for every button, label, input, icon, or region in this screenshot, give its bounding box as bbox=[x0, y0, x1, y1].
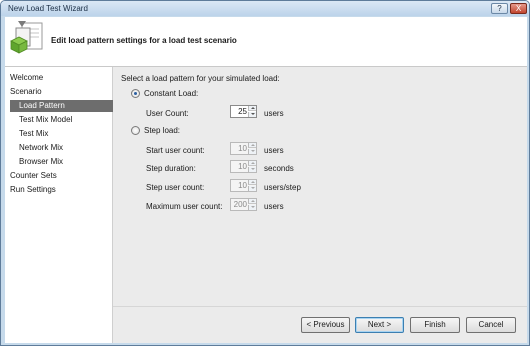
step-duration-label: Step duration: bbox=[146, 164, 196, 173]
step-user-count-stepper[interactable]: 10 bbox=[230, 179, 257, 192]
nav-item-test-mix-model[interactable]: Test Mix Model bbox=[19, 114, 72, 126]
start-user-count-label: Start user count: bbox=[146, 146, 205, 155]
maximum-user-count-unit: users bbox=[264, 202, 284, 211]
nav-item-run-settings[interactable]: Run Settings bbox=[10, 184, 56, 196]
load-test-wizard-icon bbox=[10, 21, 43, 54]
step-duration-down-arrow-icon[interactable] bbox=[248, 167, 256, 172]
user-count-label: User Count: bbox=[146, 109, 189, 118]
title-bar: New Load Test Wizard ? X bbox=[1, 1, 529, 16]
maximum-user-count-down-arrow-icon[interactable] bbox=[248, 205, 256, 210]
page-title: Edit load pattern settings for a load te… bbox=[51, 36, 237, 45]
start-user-count-unit: users bbox=[264, 146, 284, 155]
step-duration-value: 10 bbox=[238, 162, 247, 171]
maximum-user-count-value: 200 bbox=[233, 200, 247, 209]
nav-item-counter-sets[interactable]: Counter Sets bbox=[10, 170, 57, 182]
maximum-user-count-up-arrow-icon[interactable] bbox=[248, 199, 256, 204]
start-user-count-up-arrow-icon[interactable] bbox=[248, 143, 256, 148]
user-count-up-arrow-icon[interactable] bbox=[248, 106, 256, 111]
start-user-count-stepper[interactable]: 10 bbox=[230, 142, 257, 155]
constant-load-label: Constant Load: bbox=[144, 89, 199, 98]
step-user-count-down-arrow-icon[interactable] bbox=[248, 186, 256, 191]
user-count-down-arrow-icon[interactable] bbox=[248, 112, 256, 117]
step-user-count-value: 10 bbox=[238, 181, 247, 190]
user-count-unit: users bbox=[264, 109, 284, 118]
maximum-user-count-stepper[interactable]: 200 bbox=[230, 198, 257, 211]
start-user-count-value: 10 bbox=[238, 144, 247, 153]
load-pattern-panel: Select a load pattern for your simulated… bbox=[113, 67, 527, 306]
cancel-button[interactable]: Cancel bbox=[466, 317, 516, 333]
nav-item-load-pattern[interactable]: Load Pattern bbox=[10, 100, 113, 112]
step-duration-stepper[interactable]: 10 bbox=[230, 160, 257, 173]
wizard-header: Edit load pattern settings for a load te… bbox=[5, 17, 527, 67]
step-user-count-up-arrow-icon[interactable] bbox=[248, 180, 256, 185]
start-user-count-down-arrow-icon[interactable] bbox=[248, 149, 256, 154]
load-pattern-prompt: Select a load pattern for your simulated… bbox=[121, 74, 280, 83]
wizard-window: New Load Test Wizard ? X Edit load patte… bbox=[0, 0, 530, 346]
finish-button[interactable]: Finish bbox=[410, 317, 460, 333]
user-count-stepper[interactable]: 25 bbox=[230, 105, 257, 118]
step-load-radio[interactable] bbox=[131, 126, 140, 135]
nav-item-welcome[interactable]: Welcome bbox=[10, 72, 43, 84]
wizard-steps-nav: Welcome Scenario Load Pattern Test Mix M… bbox=[5, 67, 113, 343]
help-button[interactable]: ? bbox=[491, 3, 508, 14]
nav-item-network-mix[interactable]: Network Mix bbox=[19, 142, 63, 154]
step-duration-up-arrow-icon[interactable] bbox=[248, 161, 256, 166]
step-load-label: Step load: bbox=[144, 126, 181, 135]
user-count-value: 25 bbox=[238, 107, 247, 116]
close-button[interactable]: X bbox=[510, 3, 527, 14]
maximum-user-count-label: Maximum user count: bbox=[146, 202, 223, 211]
previous-button[interactable]: < Previous bbox=[301, 317, 350, 333]
step-duration-unit: seconds bbox=[264, 164, 294, 173]
window-title: New Load Test Wizard bbox=[8, 4, 88, 13]
next-button[interactable]: Next > bbox=[355, 317, 404, 333]
step-user-count-unit: users/step bbox=[264, 183, 301, 192]
nav-item-browser-mix[interactable]: Browser Mix bbox=[19, 156, 63, 168]
nav-item-test-mix[interactable]: Test Mix bbox=[19, 128, 48, 140]
nav-item-scenario[interactable]: Scenario bbox=[10, 86, 42, 98]
constant-load-radio[interactable] bbox=[131, 89, 140, 98]
step-user-count-label: Step user count: bbox=[146, 183, 205, 192]
